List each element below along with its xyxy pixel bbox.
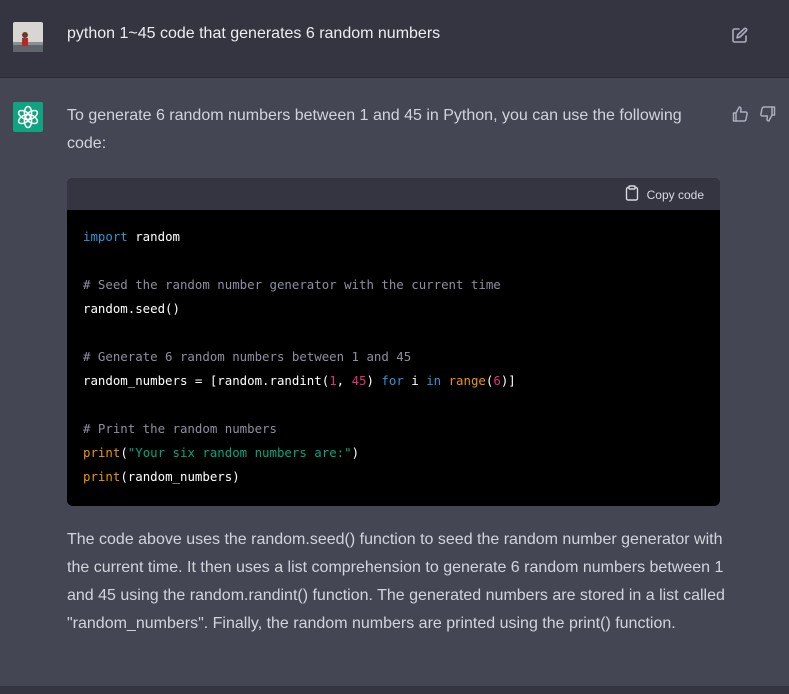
thumbs-up-icon[interactable] (731, 105, 749, 123)
code-comment: # Generate 6 random numbers between 1 an… (83, 349, 412, 364)
code-token: )] (500, 373, 516, 388)
clipboard-icon (625, 185, 639, 204)
code-token: random (127, 229, 180, 244)
code-token: , (336, 373, 352, 388)
assistant-intro-text: To generate 6 random numbers between 1 a… (67, 107, 682, 152)
code-token: random_numbers = [random.randint( (83, 373, 330, 388)
edit-icon[interactable] (730, 25, 750, 45)
code-token: print (83, 469, 121, 484)
user-avatar (13, 22, 43, 52)
assistant-message-row: To generate 6 random numbers between 1 a… (0, 78, 789, 686)
code-line: random_numbers = [random.randint(1, 45) … (83, 373, 516, 388)
code-token: 1 (329, 373, 337, 388)
code-line: print("Your six random numbers are:") (83, 445, 359, 460)
code-block-header: Copy code (67, 178, 720, 210)
code-token: 6 (493, 373, 501, 388)
code-token: 45 (351, 373, 367, 388)
code-comment: # Print the random numbers (83, 421, 277, 436)
code-block: Copy code import random # Seed the rando… (67, 178, 720, 506)
code-comment: # Seed the random number generator with … (83, 277, 501, 292)
next-message-edge (0, 686, 789, 694)
user-message-row: python 1~45 code that generates 6 random… (0, 0, 789, 78)
code-token: "Your six random numbers are:" (127, 445, 352, 460)
user-prompt-text: python 1~45 code that generates 6 random… (67, 25, 441, 42)
code-token: (random_numbers) (120, 469, 240, 484)
code-line: import random (83, 229, 180, 244)
code-token: in (426, 373, 442, 388)
code-token: import (83, 229, 128, 244)
assistant-explanation-text: The code above uses the random.seed() fu… (67, 531, 725, 632)
code-token: ( (120, 445, 128, 460)
code-line: random.seed() (83, 301, 180, 316)
code-token: ) (351, 445, 360, 460)
thumbs-down-icon[interactable] (759, 105, 777, 123)
code-token: for (381, 373, 404, 388)
copy-code-label: Copy code (646, 187, 704, 202)
code-token: range (448, 373, 486, 388)
code-token: print (83, 445, 121, 460)
code-token: ) (366, 373, 382, 388)
code-token: i (403, 373, 427, 388)
assistant-logo-icon (13, 102, 43, 132)
code-content: import random # Seed the random number g… (67, 210, 720, 504)
copy-code-button[interactable]: Copy code (625, 185, 704, 204)
code-line: print(random_numbers) (83, 469, 240, 484)
